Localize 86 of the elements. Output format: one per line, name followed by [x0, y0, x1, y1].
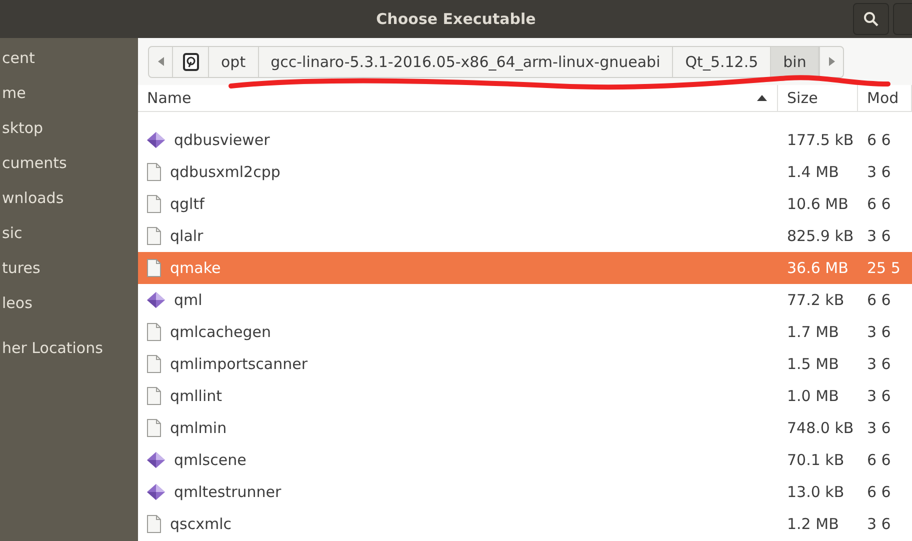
file-name: qmltestrunner — [174, 483, 282, 501]
file-name: qmllint — [170, 387, 222, 405]
sidebar-item[interactable]: her Locations — [0, 337, 138, 372]
file-icon — [147, 355, 161, 373]
file-size: 77.2 kB — [786, 291, 846, 309]
modified-date: 3 6 — [866, 323, 892, 341]
modified-date: 3 6 — [866, 419, 892, 437]
sidebar-item[interactable]: sktop — [0, 117, 138, 152]
path-segment[interactable]: opt — [209, 46, 259, 76]
path-segment[interactable]: bin — [771, 46, 820, 76]
modified-date: 3 6 — [866, 163, 892, 181]
file-name: qlalr — [170, 227, 204, 245]
file-row[interactable]: qmlmin 748.0 kB 3 6 — [138, 412, 912, 444]
file-icon — [147, 227, 161, 245]
file-name: qdbusviewer — [174, 131, 270, 149]
file-size: 1.2 MB — [786, 515, 840, 533]
modified-date: 6 6 — [866, 451, 892, 469]
file-name: qgltf — [170, 195, 204, 213]
file-row[interactable]: qscxmlc 1.2 MB 3 6 — [138, 508, 912, 540]
file-size: 10.6 MB — [786, 195, 850, 213]
sidebar-item[interactable]: sic — [0, 222, 138, 257]
file-icon — [147, 195, 161, 213]
diamond-icon — [147, 452, 165, 468]
file-size: 177.5 kB — [786, 131, 855, 149]
file-row[interactable]: qml 77.2 kB 6 6 — [138, 284, 912, 316]
file-row[interactable]: qmlscene 70.1 kB 6 6 — [138, 444, 912, 476]
file-size: 1.4 MB — [786, 163, 840, 181]
column-header[interactable]: Size — [778, 85, 858, 111]
left-arrow-icon — [158, 57, 164, 66]
file-name: qmlmin — [170, 419, 227, 437]
file-name: qdbusxml2cpp — [170, 163, 280, 181]
file-row[interactable]: qdbusviewer 177.5 kB 6 6 — [138, 124, 912, 156]
file-icon — [147, 323, 161, 341]
sidebar-item[interactable]: cent — [0, 47, 138, 82]
file-icon — [147, 163, 161, 181]
modified-date: 3 6 — [866, 227, 892, 245]
file-name: qmlscene — [174, 451, 246, 469]
file-icon — [147, 387, 161, 405]
modified-date: 6 6 — [866, 195, 892, 213]
file-row[interactable]: qmltestrunner 13.0 kB 6 6 — [138, 476, 912, 508]
file-size: 70.1 kB — [786, 451, 846, 469]
file-size: 36.6 MB — [786, 259, 850, 277]
right-arrow-icon — [828, 57, 835, 66]
modified-date: 3 6 — [866, 515, 892, 533]
file-row[interactable]: qgltf 10.6 MB 6 6 — [138, 188, 912, 220]
sidebar-item[interactable]: leos — [0, 292, 138, 327]
file-size: 1.5 MB — [786, 355, 840, 373]
file-size: 13.0 kB — [786, 483, 846, 501]
sidebar-item[interactable]: wnloads — [0, 187, 138, 222]
file-row[interactable]: qmlcachegen 1.7 MB 3 6 — [138, 316, 912, 348]
modified-date: 6 6 — [866, 291, 892, 309]
sidebar-item[interactable]: tures — [0, 257, 138, 292]
file-icon — [147, 419, 161, 437]
file-row[interactable]: qdbusxml2cpp 1.4 MB 3 6 — [138, 156, 912, 188]
window-title: Choose Executable — [376, 10, 536, 28]
column-label: Name — [147, 89, 192, 107]
column-header[interactable]: Mod — [858, 85, 912, 111]
file-icon — [147, 515, 161, 533]
modified-date: 3 6 — [866, 387, 892, 405]
file-icon — [147, 259, 161, 277]
drive-icon — [182, 52, 198, 70]
sort-ascending-icon[interactable] — [757, 95, 767, 101]
diamond-icon — [147, 132, 165, 148]
modified-date: 25 5 — [866, 259, 902, 277]
file-size: 825.9 kB — [786, 227, 855, 245]
modified-date: 6 6 — [866, 483, 892, 501]
file-name: qscxmlc — [170, 515, 232, 533]
file-name: qmake — [170, 259, 221, 277]
modified-date: 6 6 — [866, 131, 892, 149]
diamond-icon — [147, 292, 165, 308]
search-icon — [863, 11, 879, 27]
file-row[interactable]: qmllint 1.0 MB 3 6 — [138, 380, 912, 412]
file-size: 1.0 MB — [786, 387, 840, 405]
file-name: qml — [174, 291, 202, 309]
file-name: qmlimportscanner — [170, 355, 308, 373]
file-size: 748.0 kB — [786, 419, 855, 437]
sidebar-item[interactable]: cuments — [0, 152, 138, 187]
file-row[interactable]: qmlimportscanner 1.5 MB 3 6 — [138, 348, 912, 380]
modified-date: 3 6 — [866, 355, 892, 373]
file-row[interactable]: qlalr 825.9 kB 3 6 — [138, 220, 912, 252]
file-name: qmlcachegen — [170, 323, 271, 341]
diamond-icon — [147, 484, 165, 500]
file-size: 1.7 MB — [786, 323, 840, 341]
path-segment[interactable]: gcc-linaro-5.3.1-2016.05-x86_64_arm-linux-gnueabi — [258, 46, 674, 76]
sidebar-item[interactable]: me — [0, 82, 138, 117]
search-button[interactable] — [853, 3, 889, 35]
